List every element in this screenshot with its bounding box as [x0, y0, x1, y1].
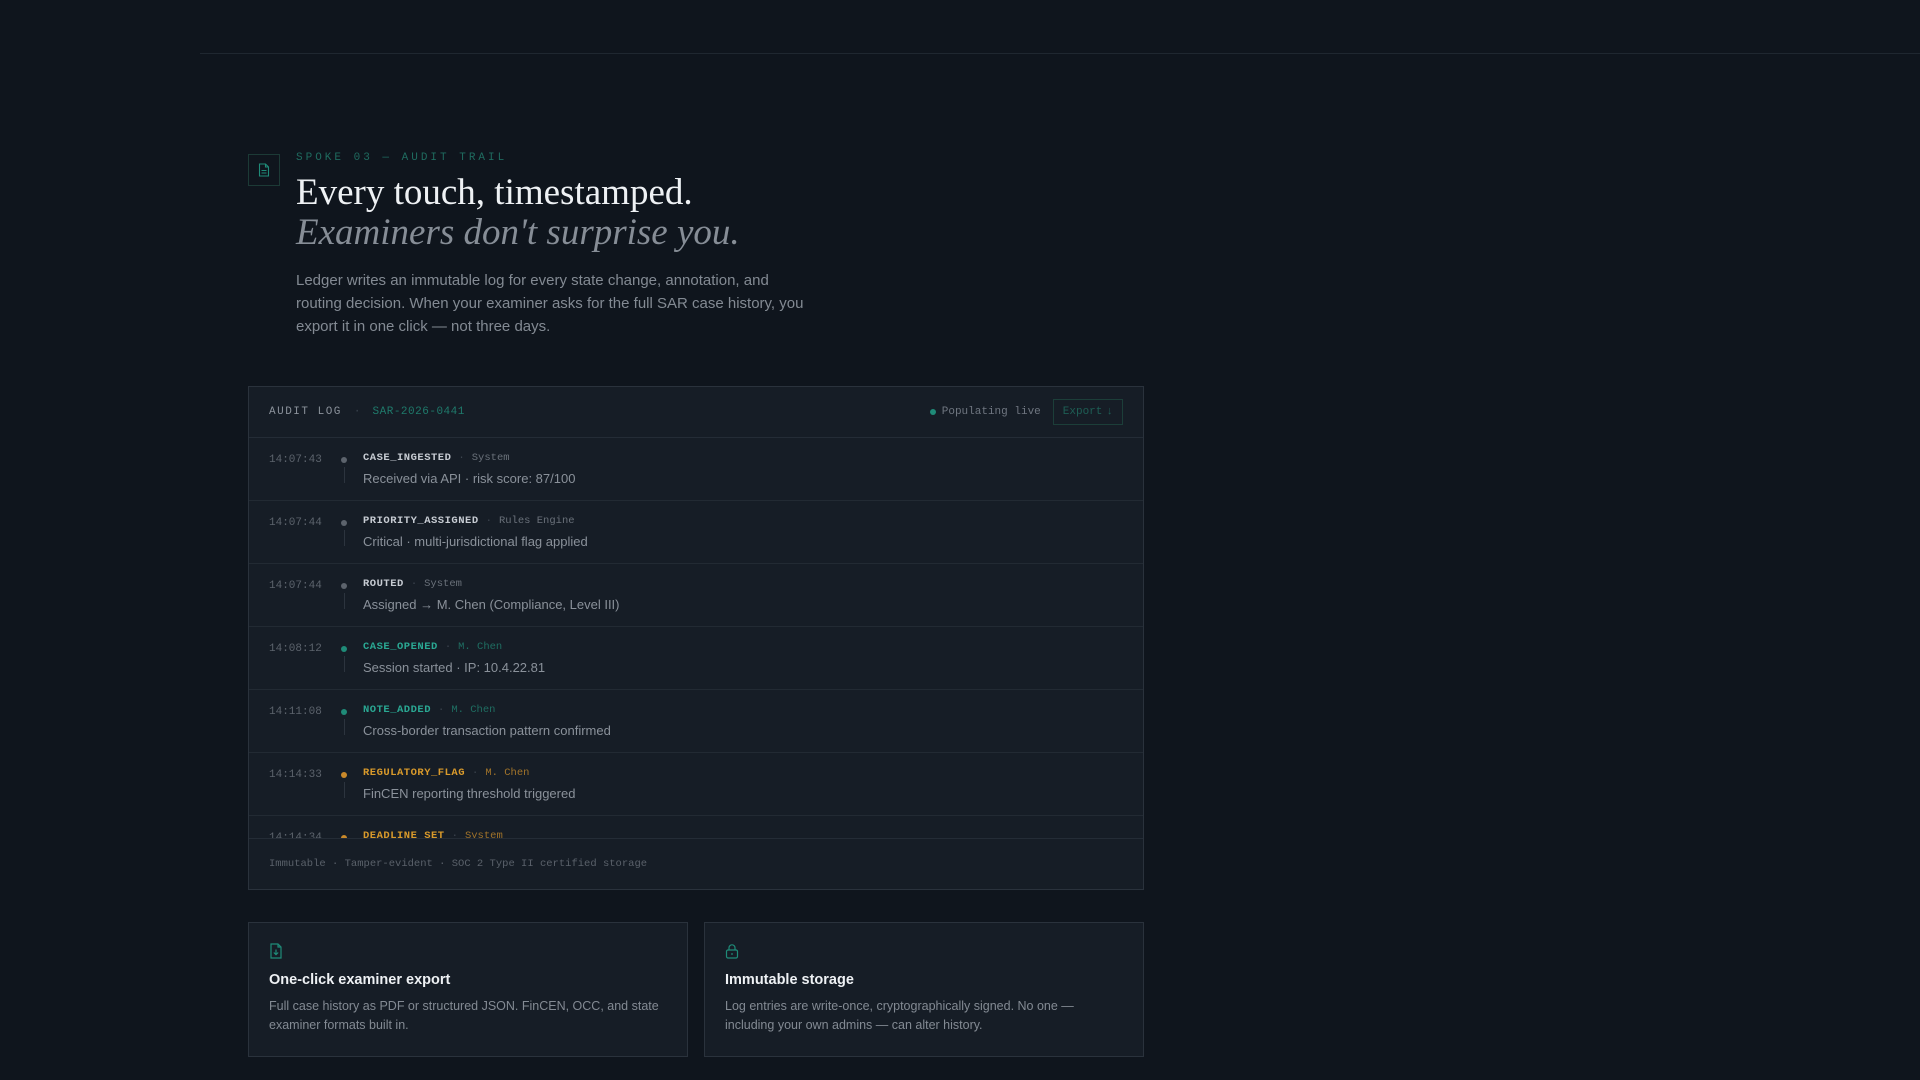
entry-timestamp: 14:14:33	[269, 769, 322, 781]
lock-icon	[725, 943, 741, 959]
entry-separator: ·	[444, 641, 452, 653]
entry-description: Critical · multi-jurisdictional flag app…	[363, 534, 588, 549]
entry-timestamp: 14:08:12	[269, 643, 322, 655]
audit-log-entry[interactable]: 14:11:08 NOTE_ADDED · M. Chen Cross-border t…	[249, 690, 1143, 753]
document-icon	[248, 154, 280, 186]
audit-log-entry[interactable]: 14:14:33 REGULATORY_FLAG · M. Chen FinCEN re…	[249, 753, 1143, 816]
entry-heading: REGULATORY_FLAG · M. Chen	[363, 767, 529, 779]
entry-separator: ·	[472, 767, 479, 779]
feature-body: Full case history as PDF or structured J…	[269, 999, 659, 1032]
entry-description: Received via API · risk score: 87/100	[363, 471, 576, 486]
entry-heading: CASE_INGESTED · System	[363, 452, 510, 464]
entry-actor: M. Chen	[485, 767, 530, 779]
audit-log-entries[interactable]: 14:07:43 CASE_INGESTED · System Received via…	[249, 438, 1143, 839]
entry-separator: ·	[485, 515, 492, 527]
feature-card-storage: Immutable storage Log entries are write-…	[704, 922, 1144, 1057]
entry-separator: ·	[410, 578, 418, 590]
entry-status-dot	[341, 520, 347, 526]
page-subtitle: Examiners don't surprise you.	[296, 212, 740, 253]
entry-event-type: CASE_OPENED	[363, 641, 438, 653]
entry-event-type: NOTE_ADDED	[363, 704, 432, 716]
entry-status-dot	[341, 457, 347, 463]
header-separator: ·	[353, 406, 361, 418]
entry-event-type: CASE_INGESTED	[363, 452, 452, 464]
entry-actor: System	[424, 578, 462, 590]
audit-log-footer: Immutable · Tamper-evident · SOC 2 Type …	[249, 838, 1143, 889]
page-description: Ledger writes an immutable log for every…	[296, 272, 804, 335]
audit-log-entry[interactable]: 14:07:44 PRIORITY_ASSIGNED · Rules Engine Cr…	[249, 501, 1143, 564]
entry-event-type: PRIORITY_ASSIGNED	[363, 515, 479, 527]
entry-status-dot	[341, 583, 347, 589]
feature-title: One-click examiner export	[269, 972, 451, 988]
entry-status-dot	[341, 646, 347, 652]
entry-description: Cross-border transaction pattern confirm…	[363, 723, 611, 738]
audit-log-title: AUDIT LOG	[269, 406, 342, 418]
live-status-dot	[929, 409, 936, 415]
entry-heading: ROUTED · System	[363, 578, 462, 590]
entry-heading: NOTE_ADDED · M. Chen	[363, 704, 495, 716]
audit-log-entry[interactable]: 14:08:12 CASE_OPENED · M. Chen Session start…	[249, 627, 1143, 690]
entry-heading: CASE_OPENED · M. Chen	[363, 641, 502, 653]
entry-timestamp: 14:07:44	[269, 580, 322, 592]
entry-actor: M. Chen	[458, 641, 503, 653]
entry-timestamp: 14:07:43	[269, 454, 322, 466]
entry-heading: PRIORITY_ASSIGNED · Rules Engine	[363, 515, 575, 527]
timeline-connector	[344, 467, 345, 483]
audit-log-header: AUDIT LOG · SAR-2026-0441 Populating liv…	[249, 387, 1143, 438]
timeline-connector	[344, 530, 345, 546]
entry-separator: ·	[438, 704, 445, 716]
entry-status-dot	[341, 772, 347, 778]
section-eyebrow: SPOKE 03 — AUDIT TRAIL	[296, 152, 508, 164]
audit-log-entry[interactable]: 14:14:34 DEADLINE_SET · System	[249, 816, 1143, 839]
audit-log-panel: AUDIT LOG · SAR-2026-0441 Populating liv…	[248, 386, 1144, 890]
entry-separator: ·	[458, 452, 465, 464]
page-title: Every touch, timestamped.	[296, 172, 693, 213]
entry-description: Assigned → M. Chen (Compliance, Level II…	[363, 597, 620, 612]
feature-body: Log entries are write-once, cryptographi…	[725, 999, 1074, 1032]
live-status-label: Populating live	[941, 406, 1041, 418]
entry-actor: Rules Engine	[498, 515, 575, 527]
entry-actor: M. Chen	[451, 704, 496, 716]
feature-card-export: One-click examiner export Full case hist…	[248, 922, 688, 1057]
entry-status-dot	[341, 709, 347, 715]
entry-event-type: ROUTED	[363, 578, 404, 590]
entry-event-type: REGULATORY_FLAG	[363, 767, 466, 779]
export-button[interactable]: Export ↓	[1052, 399, 1123, 425]
audit-log-entry[interactable]: 14:07:44 ROUTED · System Assigned → M. Chen …	[249, 564, 1143, 627]
arrow-down-icon: ↓	[1106, 406, 1113, 418]
timeline-connector	[344, 656, 345, 672]
timeline-connector	[344, 593, 345, 609]
export-button-label: Export	[1062, 406, 1103, 418]
entry-timestamp: 14:07:44	[269, 517, 322, 529]
entry-timestamp: 14:11:08	[269, 706, 322, 718]
entry-description: Session started · IP: 10.4.22.81	[363, 660, 546, 675]
document-export-icon	[269, 943, 285, 959]
entry-description: FinCEN reporting threshold triggered	[363, 786, 576, 801]
case-id: SAR-2026-0441	[372, 406, 465, 418]
timeline-connector	[344, 782, 345, 798]
entry-actor: System	[471, 452, 510, 464]
feature-title: Immutable storage	[725, 972, 854, 988]
timeline-connector	[344, 719, 345, 735]
audit-log-entry[interactable]: 14:07:43 CASE_INGESTED · System Received via…	[249, 438, 1143, 501]
top-divider	[200, 53, 1920, 54]
